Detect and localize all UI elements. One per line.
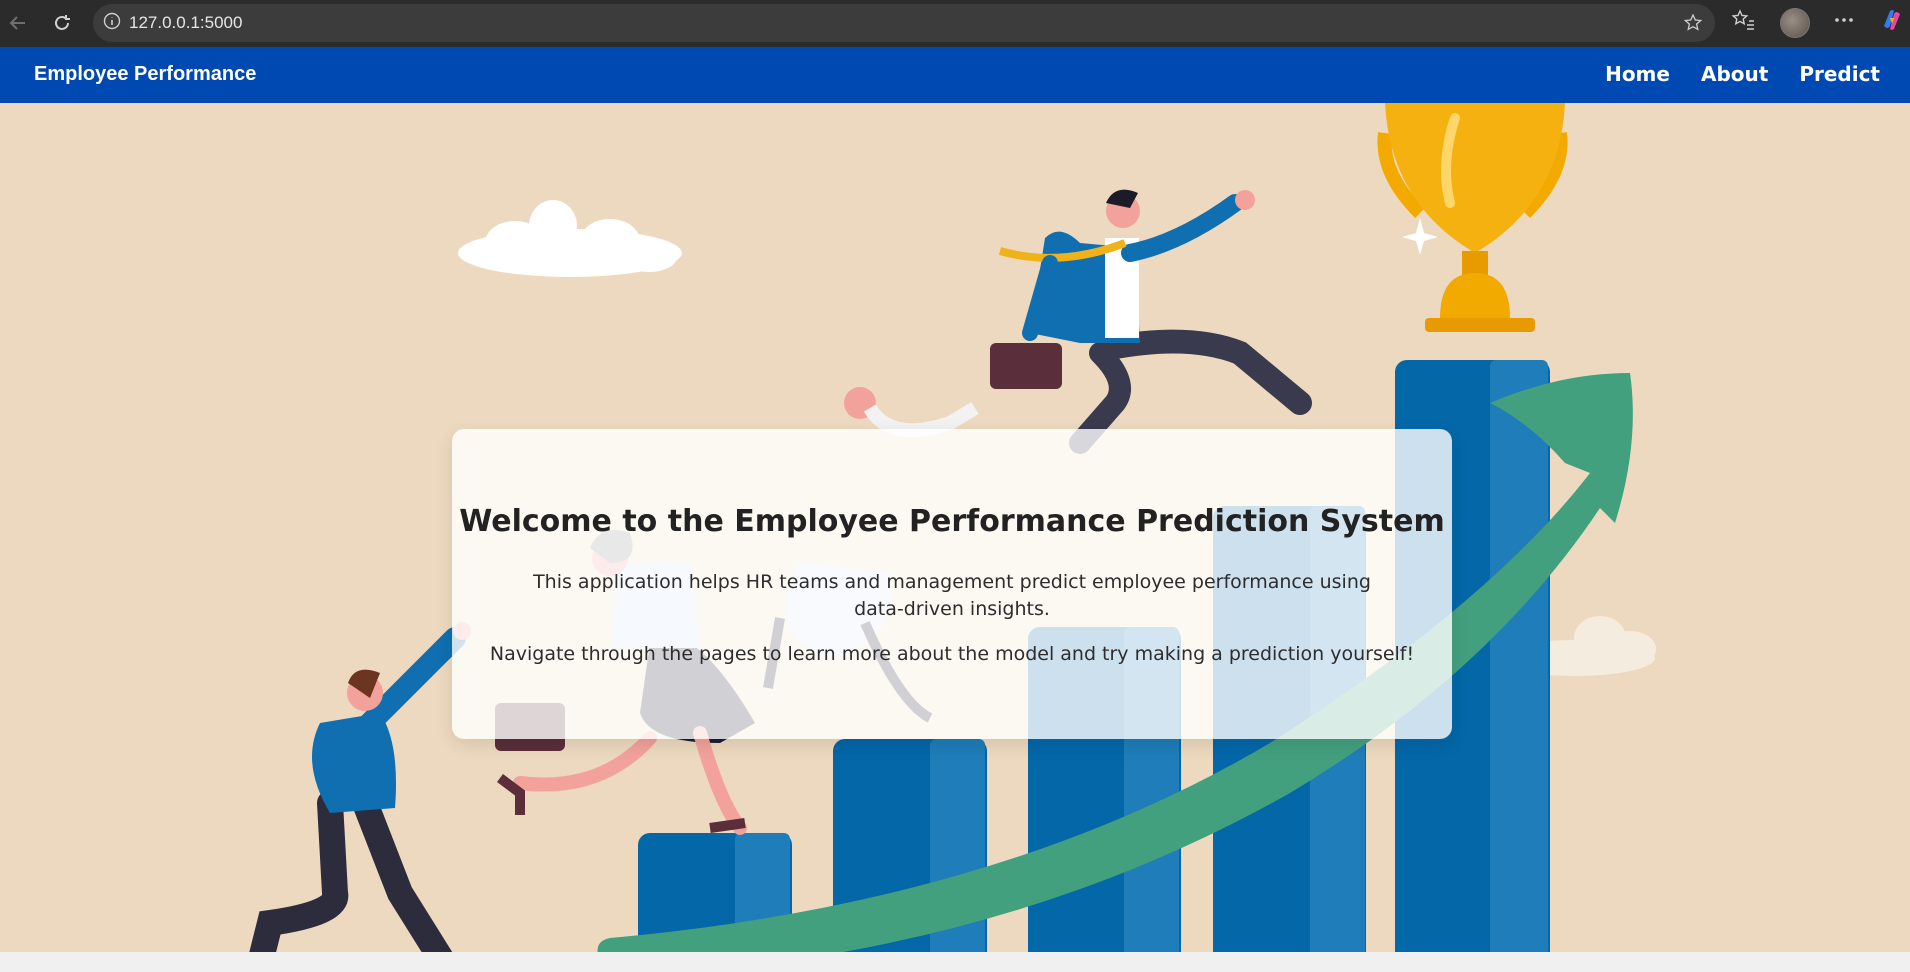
hero-section: Welcome to the Employee Performance Pred… (0, 103, 1910, 952)
favorite-star-icon[interactable] (1683, 13, 1703, 38)
navigation-paragraph: Navigate through the pages to learn more… (489, 643, 1415, 665)
page-bottom-strip (0, 952, 1910, 972)
more-options-icon[interactable] (1832, 8, 1856, 37)
site-info-icon[interactable] (103, 12, 121, 35)
app-root: Employee Performance Home About Predict (0, 47, 1910, 972)
person-leader (990, 189, 1312, 454)
intro-paragraph: This application helps HR teams and mana… (533, 571, 1371, 620)
trophy-icon (1377, 103, 1568, 332)
person-climber-bottom (249, 622, 471, 952)
url-text[interactable]: 127.0.0.1:5000 (129, 13, 242, 33)
welcome-card: Welcome to the Employee Performance Pred… (452, 429, 1452, 739)
page-title: Welcome to the Employee Performance Pred… (459, 504, 1445, 539)
reload-icon[interactable] (44, 5, 80, 41)
address-bar[interactable]: 127.0.0.1:5000 (93, 4, 1715, 42)
browser-toolbar: 127.0.0.1:5000 (0, 0, 1910, 47)
copilot-icon[interactable] (1878, 6, 1906, 39)
nav-link-predict[interactable]: Predict (1799, 62, 1880, 86)
cloud-left (458, 200, 682, 277)
profile-avatar[interactable] (1780, 7, 1810, 38)
nav-link-home[interactable]: Home (1605, 62, 1670, 86)
favorites-icon[interactable] (1728, 5, 1758, 40)
nav-links: Home About Predict (1605, 62, 1880, 86)
brand-logo-text[interactable]: Employee Performance (34, 63, 256, 86)
navbar: Employee Performance Home About Predict (0, 47, 1910, 103)
nav-link-about[interactable]: About (1701, 62, 1768, 86)
back-icon[interactable] (0, 5, 36, 41)
